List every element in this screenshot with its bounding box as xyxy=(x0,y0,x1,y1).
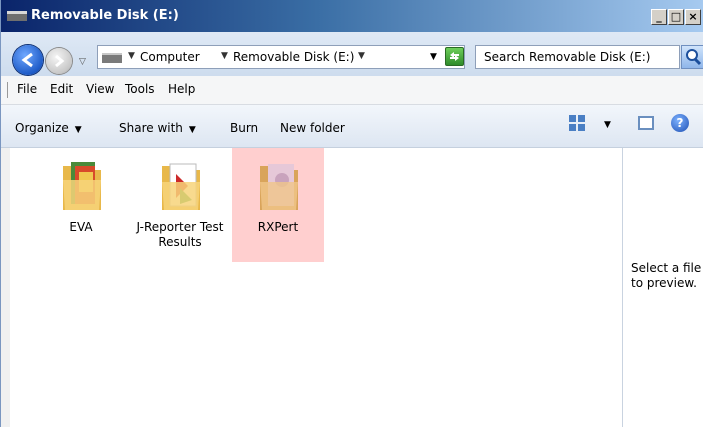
preview-pane: Select a file to preview. xyxy=(622,148,703,427)
menu-tools[interactable]: Tools xyxy=(125,82,155,96)
view-options-dropdown[interactable]: ▼ xyxy=(604,120,611,130)
chevron-down-icon: ▼ xyxy=(74,125,82,135)
organize-label: Organize xyxy=(15,121,69,135)
drive-icon xyxy=(102,53,122,63)
explorer-window: Removable Disk (E:) _ □ × ▽ ▼ Computer ▼… xyxy=(0,0,703,427)
title-bar[interactable]: Removable Disk (E:) _ □ × xyxy=(1,0,703,32)
back-arrow-icon xyxy=(21,52,33,68)
back-button[interactable] xyxy=(13,45,43,75)
refresh-button[interactable] xyxy=(445,47,464,66)
menu-edit[interactable]: Edit xyxy=(50,82,73,96)
folder-item-eva[interactable]: EVA xyxy=(35,148,127,262)
chevron-right-icon[interactable]: ▼ xyxy=(221,51,228,61)
address-bar[interactable]: ▼ Computer ▼ Removable Disk (E:) ▼ ▼ xyxy=(97,45,465,69)
close-button[interactable]: × xyxy=(685,9,701,25)
folder-label: J-Reporter Test Results xyxy=(136,220,224,249)
share-with-button[interactable]: Share with ▼ xyxy=(119,121,196,135)
breadcrumb-removable-disk[interactable]: Removable Disk (E:) xyxy=(233,50,354,64)
search-placeholder: Search Removable Disk (E:) xyxy=(484,50,651,64)
folder-item-rxpert[interactable]: RXPert xyxy=(232,148,324,262)
chevron-right-icon[interactable]: ▼ xyxy=(358,51,365,61)
search-icon xyxy=(686,49,702,66)
breadcrumb-computer[interactable]: Computer xyxy=(140,50,200,64)
recent-pages-dropdown[interactable]: ▽ xyxy=(79,57,86,67)
window-title: Removable Disk (E:) xyxy=(31,8,179,23)
address-dropdown-icon[interactable]: ▼ xyxy=(430,52,437,62)
help-icon[interactable]: ? xyxy=(671,114,689,132)
minimize-button[interactable]: _ xyxy=(651,9,667,25)
share-with-label: Share with xyxy=(119,121,183,135)
organize-button[interactable]: Organize ▼ xyxy=(15,121,82,135)
folder-label: EVA xyxy=(69,220,93,234)
folder-item-j-reporter[interactable]: J-Reporter Test Results xyxy=(134,148,226,262)
search-button[interactable] xyxy=(681,45,703,69)
menu-bar: File Edit View Tools Help xyxy=(1,76,703,105)
chevron-down-icon: ▼ xyxy=(188,125,196,135)
chevron-right-icon[interactable]: ▼ xyxy=(128,51,135,61)
folder-icon xyxy=(63,162,101,210)
command-bar: Organize ▼ Share with ▼ Burn New folder xyxy=(1,105,703,148)
folder-icon xyxy=(260,164,298,210)
folder-label: RXPert xyxy=(257,220,299,234)
change-view-icon[interactable] xyxy=(569,115,585,131)
new-folder-button[interactable]: New folder xyxy=(280,121,345,135)
removable-drive-icon xyxy=(7,11,27,21)
forward-arrow-icon xyxy=(55,54,65,68)
preview-message: Select a file to preview. xyxy=(631,261,702,290)
burn-button[interactable]: Burn xyxy=(230,121,258,135)
menu-view[interactable]: View xyxy=(86,82,114,96)
maximize-button[interactable]: □ xyxy=(668,9,684,25)
forward-button[interactable] xyxy=(46,48,72,74)
preview-pane-icon[interactable] xyxy=(638,116,654,130)
menu-help[interactable]: Help xyxy=(168,82,195,96)
menu-file[interactable]: File xyxy=(17,82,37,96)
menu-grip xyxy=(7,82,8,98)
search-input[interactable]: Search Removable Disk (E:) xyxy=(475,45,680,69)
refresh-icon xyxy=(450,52,459,61)
folder-icon xyxy=(162,163,200,210)
